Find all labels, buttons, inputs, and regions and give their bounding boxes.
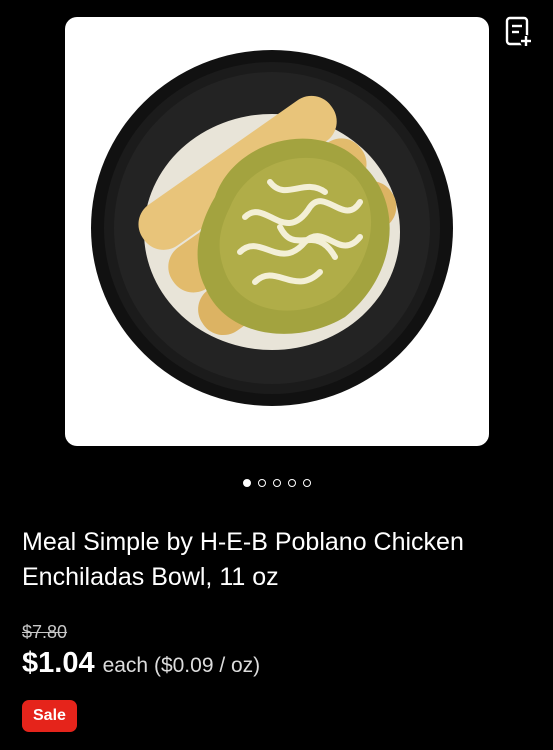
list-add-icon xyxy=(505,16,532,47)
carousel-indicator xyxy=(0,479,553,487)
carousel-dot[interactable] xyxy=(302,479,311,487)
carousel-dot[interactable] xyxy=(257,479,266,487)
price-row: $1.04 each ($0.09 / oz) xyxy=(22,647,260,680)
enchiladas-bowl-illustration xyxy=(91,50,453,406)
sale-badge: Sale xyxy=(22,700,77,732)
product-image[interactable] xyxy=(65,17,489,446)
carousel-dot[interactable] xyxy=(272,479,281,487)
original-price: $7.80 xyxy=(22,622,68,642)
product-title: Meal Simple by H-E-B Poblano Chicken Enc… xyxy=(22,528,464,591)
sale-price: $1.04 xyxy=(22,647,95,679)
carousel-dot[interactable] xyxy=(287,479,296,487)
unit-price: each ($0.09 / oz) xyxy=(102,654,261,677)
add-to-list-button[interactable] xyxy=(505,16,533,50)
carousel-dot[interactable] xyxy=(242,479,251,487)
